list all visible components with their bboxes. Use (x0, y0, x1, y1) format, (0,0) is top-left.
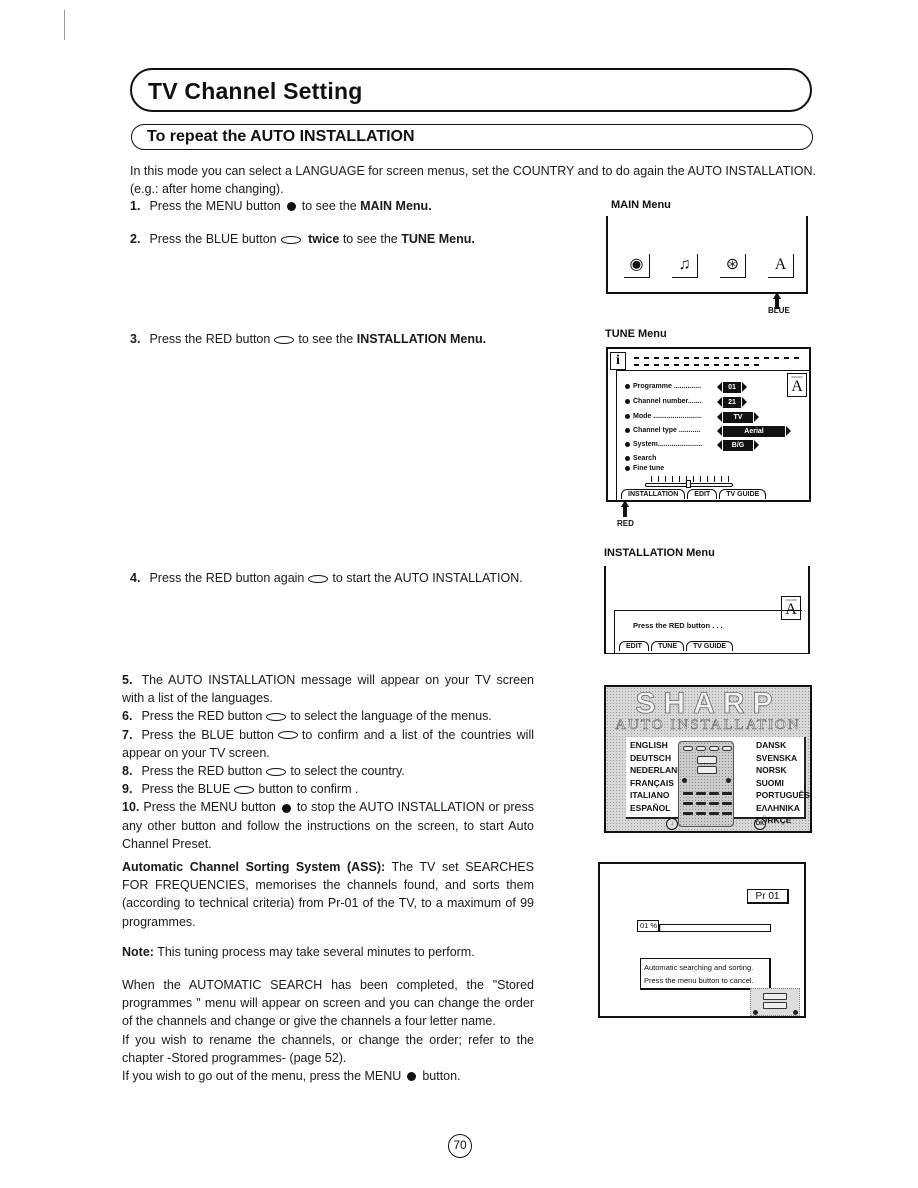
tune-row-system: System....................... (625, 441, 703, 448)
installation-menu-caption: INSTALLATION Menu (604, 547, 715, 559)
red-button-icon (266, 713, 287, 722)
info-icon: i (610, 352, 626, 370)
blue-button-icon (234, 785, 255, 794)
tune-tabs: INSTALLATION EDIT TV GUIDE (621, 489, 767, 499)
page-title-banner: TV Channel Setting (130, 68, 812, 112)
note-paragraph: Note: This tuning process may take sever… (122, 945, 475, 959)
fine-tune-knob (686, 480, 691, 488)
margin-mark (64, 10, 65, 40)
tab-tv-guide: TV GUIDE (719, 489, 767, 499)
menu-button-icon (407, 1072, 417, 1082)
ok-icon: OK (754, 818, 766, 830)
channel-type-value: Aerial (717, 426, 791, 437)
intro-line-1: In this mode you can select a LANGUAGE f… (130, 164, 816, 178)
red-button-icon (308, 574, 329, 583)
programme-indicator: Pr 01 (747, 889, 789, 904)
section-title: To repeat the AUTO INSTALLATION (147, 128, 415, 145)
blue-button-icon (277, 731, 298, 740)
auto-installation-screen: SHARP AUTO INSTALLATION ENGLISH DEUTSCH NE… (604, 685, 812, 833)
mode-value: TV (717, 412, 759, 423)
down-arrow-icon: ↓ (666, 818, 678, 830)
intro-line-2: (e.g.: after home changing). (130, 182, 284, 196)
installation-message: Press the RED button . . . (633, 621, 723, 630)
installation-menu-figure: ▭▭▭ A Press the RED button . . . EDIT TUN… (604, 566, 810, 654)
page-number: 70 (448, 1134, 472, 1158)
search-progress-screen: Pr 01 01 % Automatic searching and sorti… (598, 862, 806, 1018)
tune-menu-figure: i ▭▭▭ A Programme .............. 01 Chann… (606, 347, 811, 502)
closing-paragraph-2: If you wish to rename the channels, or c… (122, 1032, 534, 1065)
info-dashes (634, 357, 804, 359)
tune-row-channel-type: Channel type ........... (625, 427, 700, 434)
tab-tune: TUNE (650, 641, 685, 651)
red-button-icon (266, 767, 287, 776)
step-7: 7. Press the BLUE button to confirm and a … (122, 727, 534, 760)
step-8: 8. Press the RED button to select the coun… (122, 764, 405, 779)
steps-5-to-10: 5. The AUTO INSTALLATION message will app… (122, 671, 534, 853)
step-1: 1. Press the MENU button to see the MAIN M… (130, 199, 432, 213)
remote-control-illustration (678, 741, 734, 827)
tune-row-fine-tune: Fine tune (625, 465, 664, 472)
closing-text: When the AUTOMATIC SEARCH has been compl… (122, 976, 534, 1085)
tune-row-channel-number: Channel number....... (625, 398, 701, 405)
menu-button-icon (281, 803, 291, 813)
language-option: SVENSKA (756, 752, 798, 763)
step-2: 2. Press the BLUE button twice to see the… (130, 232, 475, 246)
programme-value: 01 (717, 382, 747, 393)
remote-control-illustration (750, 988, 800, 1016)
ass-paragraph: Automatic Channel Sorting System (ASS): … (122, 860, 534, 929)
language-option: ΕΛΛΗΝΙΚΑ (756, 802, 800, 813)
tab-edit: EDIT (619, 641, 649, 651)
red-pointer-label: RED (617, 519, 634, 528)
language-option: SUOMI (756, 777, 784, 788)
red-button-icon (274, 335, 295, 344)
main-menu-figure: ◉ ♫ ⊛ A (606, 216, 808, 294)
tune-menu-caption: TUNE Menu (605, 328, 667, 340)
info-dashes (634, 364, 764, 366)
step-10: 10. Press the MENU button to stop the AUTO… (122, 800, 534, 851)
fine-tune-slider (645, 480, 733, 488)
system-value: B/G (717, 440, 759, 451)
installation-tabs: EDIT TUNE TV GUIDE (619, 641, 734, 651)
step-5: 5. The AUTO INSTALLATION message will app… (122, 673, 534, 706)
step-4: 4. Press the RED button again to start the… (130, 571, 523, 585)
tab-installation: INSTALLATION (621, 489, 686, 499)
antenna-icon: ▭▭▭ A (787, 373, 807, 397)
search-progress-fill (660, 925, 662, 931)
clock-icon: ⊛ (720, 254, 746, 278)
main-menu-caption: MAIN Menu (611, 199, 671, 211)
step-3: 3. Press the RED button to see the INSTALL… (130, 332, 487, 346)
tab-tv-guide: TV GUIDE (686, 641, 734, 651)
progress-percent: 01 % (637, 920, 659, 932)
tune-row-programme: Programme .............. (625, 383, 701, 390)
language-list-right: DANSK SVENSKA NORSK SUOMI PORTUGUÊS ΕΛΛΗΝΙΚΑ T… (756, 739, 810, 827)
search-progress-bar (659, 924, 771, 932)
sharp-logo: SHARP (635, 687, 781, 721)
page-title: TV Channel Setting (148, 78, 363, 104)
search-message: Automatic searching and sorting. Press t… (640, 958, 771, 990)
installation-panel: Press the RED button . . . EDIT TUNE TV … (614, 610, 802, 654)
language-option: PORTUGUÊS (756, 790, 810, 800)
channel-number-value: 21 (717, 397, 747, 408)
eye-icon: ◉ (624, 254, 650, 278)
tab-edit: EDIT (687, 489, 718, 499)
language-option: NORSK (756, 765, 787, 775)
antenna-icon: A (768, 254, 794, 278)
tune-row-search: Search (625, 455, 656, 462)
closing-paragraph-1: When the AUTOMATIC SEARCH has been compl… (122, 978, 534, 1029)
tune-row-mode: Mode ......................... (625, 413, 702, 420)
blue-button-icon (280, 235, 301, 244)
auto-installation-heading: AUTO INSTALLATION (615, 717, 801, 734)
closing-paragraph-3: If you wish to go out of the menu, press… (122, 1069, 461, 1084)
section-title-banner: To repeat the AUTO INSTALLATION (131, 124, 813, 150)
menu-button-icon (286, 202, 296, 212)
step-9: 9. Press the BLUE button to confirm . (122, 782, 359, 797)
red-pointer-arrow (621, 500, 629, 517)
music-note-icon: ♫ (672, 254, 698, 278)
tune-panel: ▭▭▭ A Programme .............. 01 Channel… (616, 370, 809, 502)
language-option: DANSK (756, 740, 787, 750)
blue-pointer-label: BLUE (768, 306, 790, 315)
step-6: 6. Press the RED button to select the lang… (122, 709, 492, 724)
